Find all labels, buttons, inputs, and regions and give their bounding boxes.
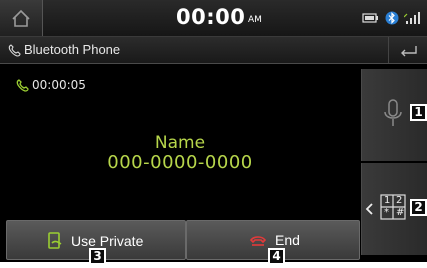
keypad-key-1: 1 (384, 195, 391, 206)
phone-battery-icon (362, 13, 378, 23)
title-bar: Bluetooth Phone (0, 37, 427, 64)
caller-number: 000-0000-0000 (107, 152, 253, 173)
chevron-left-icon (365, 203, 373, 215)
status-bar: 00:00 AM (0, 0, 427, 37)
bluetooth-phone-icon (8, 44, 21, 57)
call-info-panel: 00:00:05 Name 000-0000-0000 (0, 64, 360, 216)
back-icon (401, 46, 417, 57)
caller-name: Name (154, 133, 206, 153)
use-private-icon (48, 232, 62, 249)
back-button[interactable] (388, 37, 427, 63)
keypad-key-star: * (384, 207, 389, 218)
end-call-icon (249, 236, 267, 246)
callout-2: 2 (410, 199, 427, 216)
keypad-key-hash: # (396, 207, 405, 218)
page-title: Bluetooth Phone (24, 42, 121, 57)
clock-time: 00:00 (176, 5, 246, 29)
keypad-key-2: 2 (396, 195, 403, 206)
end-call-label: End (275, 232, 300, 248)
microphone-icon (384, 99, 402, 126)
callout-3: 3 (89, 248, 106, 265)
bluetooth-icon (385, 11, 399, 25)
home-icon (12, 9, 30, 27)
use-private-label: Use Private (71, 233, 144, 249)
active-call-icon (16, 79, 29, 92)
home-button[interactable] (0, 0, 43, 36)
right-side-panel: 1 2 * # (361, 64, 427, 262)
clock-ampm: AM (248, 15, 262, 25)
callout-1: 1 (410, 104, 427, 121)
call-duration: 00:00:05 (32, 78, 86, 92)
signal-strength-icon (404, 12, 420, 24)
callout-4: 4 (268, 248, 285, 265)
phone-screen: 00:00 AM Bluetooth Phone 00:00:05 Name 0… (0, 0, 427, 262)
